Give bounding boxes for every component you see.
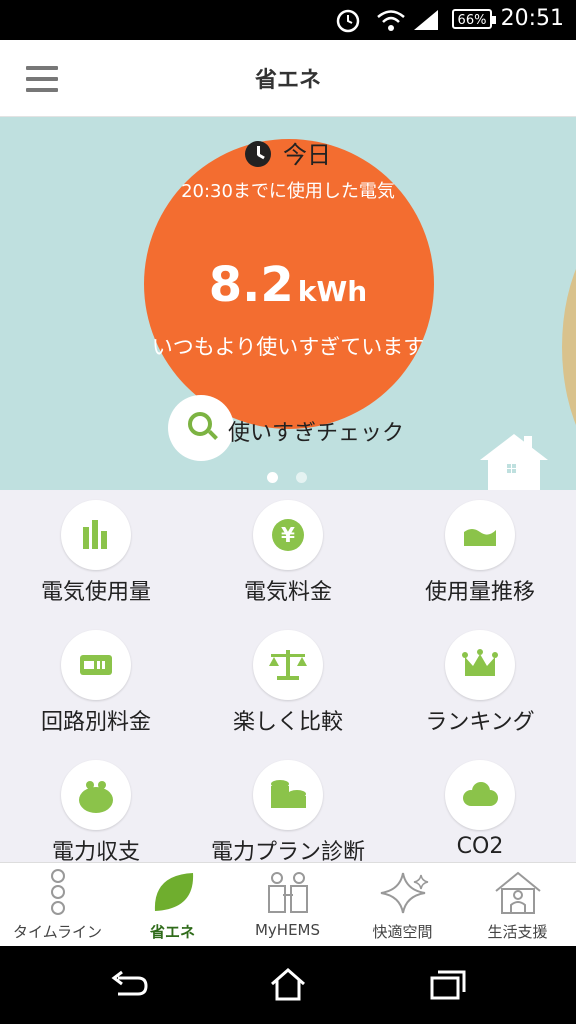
tile-label: 楽しく比較 (232, 710, 343, 735)
tile-label: ランキング (425, 710, 535, 735)
leaf-icon (154, 873, 194, 911)
nav-label: 省エネ (149, 923, 195, 941)
people-icon (268, 872, 308, 913)
tile-label: 回路別料金 (40, 710, 151, 735)
usage-readout: 8.2 kWh (0, 257, 576, 313)
bar-chart-icon (61, 500, 131, 570)
meter-icon (61, 630, 131, 700)
recent-apps-icon[interactable] (428, 968, 468, 1002)
usage-value: 8.2 (208, 257, 294, 313)
tile-label: 使用量推移 (424, 580, 535, 605)
tile-label: 電気料金 (243, 580, 332, 605)
page-dot-active[interactable] (267, 472, 278, 483)
purse-icon (61, 760, 131, 830)
nav-label: 生活支援 (487, 923, 548, 941)
tile-fun-compare[interactable]: 楽しく比較 (192, 620, 384, 750)
tile-label: 電気使用量 (40, 580, 151, 605)
battery-indicator: 66% (452, 9, 496, 29)
overuse-check-label: 使いすぎチェック (228, 421, 405, 446)
page-dot[interactable] (296, 472, 307, 483)
app-bar: 省エネ (0, 40, 576, 117)
status-bar: 66% 20:51 (0, 0, 576, 40)
tile-power-balance[interactable]: 電力収支 (0, 750, 192, 880)
usage-unit: kWh (297, 275, 368, 308)
house-icon (480, 434, 548, 490)
nav-label: MyHEMS (254, 921, 321, 939)
signal-icon (414, 10, 438, 30)
timeline-icon (51, 869, 65, 915)
clock-icon (245, 141, 271, 167)
coins-icon (253, 760, 323, 830)
yen-icon: ¥ (253, 500, 323, 570)
page-title: 省エネ (254, 68, 321, 93)
usage-message: いつもより使いすぎています (151, 335, 425, 359)
nav-energy-saving[interactable]: 省エネ (115, 863, 230, 947)
cloud-icon (445, 760, 515, 830)
tile-co2[interactable]: CO2 (384, 750, 576, 880)
sparkle-icon (380, 872, 429, 914)
bottom-nav: タイムライン 省エネ MyHEMS 快適空間 生活支援 (0, 862, 576, 947)
tile-label: CO2 (456, 834, 504, 859)
tile-electricity-rate[interactable]: ¥ 電気料金 (192, 490, 384, 620)
tile-usage-trend[interactable]: 使用量推移 (384, 490, 576, 620)
clock-time: 20:51 (500, 6, 564, 31)
tile-plan-diagnosis[interactable]: 電力プラン診断 (192, 750, 384, 880)
today-label: 今日 (283, 141, 331, 169)
nav-life-support[interactable]: 生活支援 (460, 863, 575, 947)
today-header: 今日 (0, 135, 576, 170)
back-icon[interactable] (108, 968, 150, 1002)
nav-myhems[interactable]: MyHEMS (230, 863, 345, 947)
scale-icon (253, 630, 323, 700)
feature-grid: 電気使用量 ¥ 電気料金 使用量推移 回路別料金 楽しく比較 ランキング 電力収… (0, 490, 576, 865)
home-icon[interactable] (268, 966, 308, 1002)
system-nav-bar (0, 946, 576, 1024)
crown-icon (445, 630, 515, 700)
search-icon (168, 395, 234, 461)
usage-summary-carousel[interactable]: 今日 20:30までに使用した電気 8.2 kWh いつもより使いすぎています 使… (0, 117, 576, 490)
tile-circuit-rate[interactable]: 回路別料金 (0, 620, 192, 750)
nav-label: 快適空間 (372, 923, 433, 941)
usage-subtitle: 20:30までに使用した電気 (181, 181, 395, 202)
nav-label: タイムライン (13, 923, 102, 941)
wifi-icon (377, 10, 405, 31)
tile-ranking[interactable]: ランキング (384, 620, 576, 750)
nav-comfort-space[interactable]: 快適空間 (345, 863, 460, 947)
nav-timeline[interactable]: タイムライン (0, 863, 115, 947)
area-chart-icon (445, 500, 515, 570)
house-person-icon (495, 871, 541, 914)
alarm-icon (336, 9, 360, 33)
tile-electricity-usage[interactable]: 電気使用量 (0, 490, 192, 620)
